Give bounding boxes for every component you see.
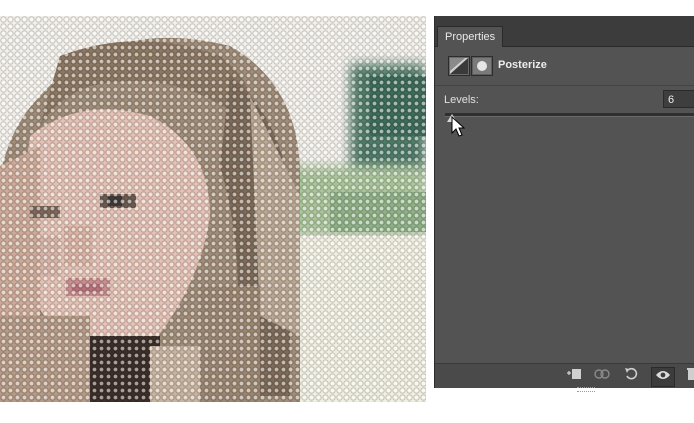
panel-tabbar: Properties bbox=[435, 16, 694, 47]
view-previous-state-icon[interactable] bbox=[591, 367, 613, 385]
panel-footer bbox=[435, 363, 694, 392]
clip-to-layer-icon[interactable] bbox=[563, 367, 585, 385]
panel-resize-grip[interactable] bbox=[577, 387, 595, 392]
levels-label: Levels: bbox=[444, 94, 479, 106]
mouse-cursor-icon bbox=[451, 116, 465, 137]
delete-trash-icon[interactable] bbox=[681, 367, 694, 385]
document-canvas[interactable] bbox=[0, 16, 426, 402]
adjustment-header: Posterize bbox=[435, 47, 694, 86]
tab-properties[interactable]: Properties bbox=[437, 26, 504, 47]
visibility-eye-icon[interactable] bbox=[651, 367, 675, 387]
levels-slider-track[interactable] bbox=[445, 113, 694, 117]
layer-mask-icon[interactable] bbox=[471, 56, 493, 76]
posterize-adjustment-icon[interactable] bbox=[448, 56, 470, 76]
pixelated-portrait-image bbox=[0, 16, 426, 402]
properties-panel: Properties Posterize Levels: 6 bbox=[434, 16, 694, 392]
adjustment-title: Posterize bbox=[498, 59, 547, 71]
levels-input[interactable]: 6 bbox=[663, 90, 694, 108]
reset-icon[interactable] bbox=[621, 367, 643, 385]
